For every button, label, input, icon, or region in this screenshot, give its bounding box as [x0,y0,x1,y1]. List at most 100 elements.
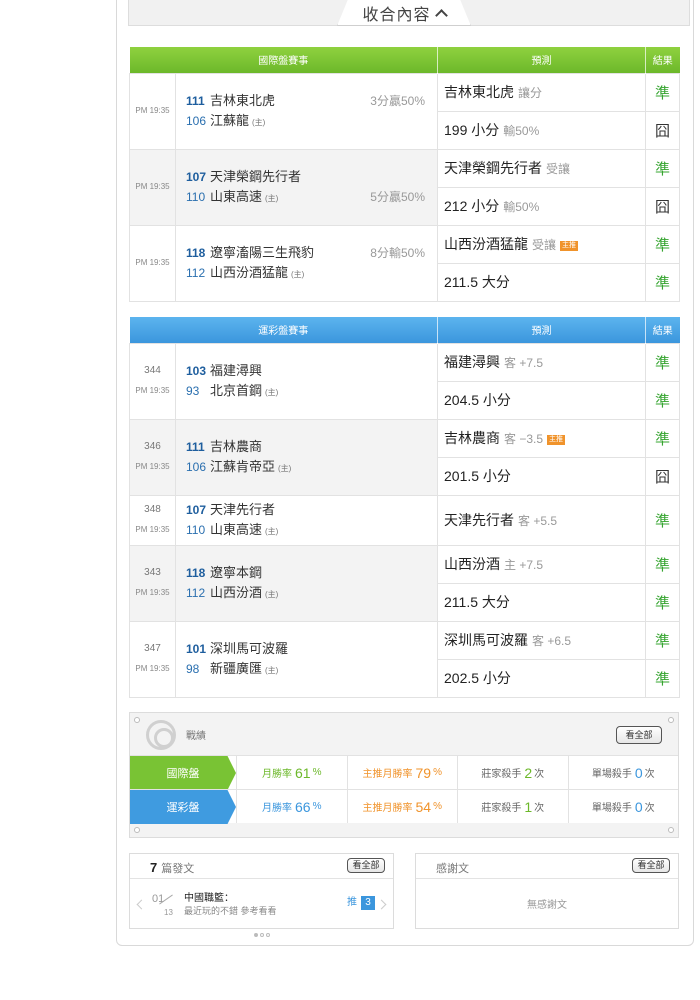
game-teams: 118 遼寧滀陽三生飛豹 8分輸50% 112 山西汾酒猛龍 (主) [175,224,438,302]
prediction-detail: 輸50% [503,124,540,138]
away-team-name: 福建潯興 [210,363,263,378]
prediction-main: 天津榮鋼先行者 [444,160,542,176]
home-marker: (主) [265,194,279,203]
record-row-label: 國際盤 [130,756,236,790]
away-team-name: 天津先行者 [210,502,276,517]
prediction-main: 204.5 小分 [444,392,511,408]
prediction-main: 天津先行者 [444,512,514,528]
target-icon [146,720,176,750]
prediction-result: 準 [645,262,680,302]
away-team: 111 吉林東北虎 3分贏50% [186,91,437,111]
game-time-text: PM 19:35 [135,182,170,191]
home-team-name: 江蘇龍 [210,113,250,128]
prediction-main: 212 小分 [444,198,500,214]
corner-dot [134,827,140,833]
prediction-result: 準 [645,494,680,546]
home-team-number: 110 [186,190,206,204]
monthly-win-rate: 月勝率 66% [236,790,347,823]
game-time: 343 PM 19:35 [129,544,176,622]
away-team: 101 深圳馬可波羅 [186,639,437,659]
collapse-toggle[interactable]: 收合內容 [337,0,471,26]
prediction: 211.5 大分 [437,262,646,302]
lottery-predict-header: 預測 [437,317,646,343]
game-row: 346 PM 19:35 111 吉林農商 106 江蘇肯帝亞 (主) 吉林農商客 −3.5 主… [129,418,680,496]
prediction-main: 201.5 小分 [444,468,511,484]
home-team-name: 江蘇肯帝亞 [210,459,276,474]
home-team: 93 北京首鋼 (主) [186,381,437,401]
pager-dots[interactable] [254,924,272,942]
intl-games-header: 國際盤賽事 [129,47,438,73]
prediction: 202.5 小分 [437,658,646,698]
prediction-result: 囧 [645,186,680,226]
game-row: PM 19:35 107 天津榮鋼先行者 110 山東高速 (主) 5分贏50% 天津榮鋼先行… [129,148,680,226]
home-team: 110 山東高速 (主) [186,520,437,540]
away-team: 107 天津榮鋼先行者 [186,167,437,187]
game-time: 344 PM 19:35 [129,342,176,420]
record-row: 國際盤 月勝率 61% 主推月勝率 79% 莊家殺手 2 次單場殺手 0 次 [130,755,678,790]
prediction-result: 準 [645,342,680,382]
home-marker: (主) [265,590,279,599]
game-time: 346 PM 19:35 [129,418,176,496]
intl-games-table: 國際盤賽事 預測 結果 PM 19:35 111 吉林東北虎 3分贏50% 106 江蘇龍… [129,47,680,302]
away-team-number: 111 [186,440,205,454]
home-team-number: 93 [186,384,200,398]
away-team: 103 福建潯興 [186,361,437,381]
prediction-result: 準 [645,582,680,622]
lottery-games-header: 運彩盤賽事 [129,317,438,343]
away-team-name: 吉林東北虎 [210,93,276,108]
game-row: PM 19:35 118 遼寧滀陽三生飛豹 8分輸50% 112 山西汾酒猛龍 (主) 山西汾… [129,224,680,302]
prediction: 福建潯興客 +7.5 [437,342,646,382]
prediction-main: 吉林農商 [444,430,500,446]
game-row: 348 PM 19:35 107 天津先行者 110 山東高速 (主) 天津先行者客 +5.5… [129,494,680,546]
post-excerpt: 最近玩的不錯 參考看看 [184,906,277,916]
prediction-detail: 讓分 [518,86,543,100]
prediction: 201.5 小分 [437,456,646,496]
home-team-name: 北京首鋼 [210,383,263,398]
record-view-all-button[interactable]: 看全部 [616,726,662,744]
posts-view-all-button[interactable]: 看全部 [347,858,385,873]
home-marker: (主) [278,464,292,473]
game-code: 348 [144,504,161,515]
prediction-result: 準 [645,72,680,112]
away-team: 118 遼寧本鋼 [186,563,437,583]
away-team-name: 天津榮鋼先行者 [210,169,302,184]
game-row: 343 PM 19:35 118 遼寧本鋼 112 山西汾酒 (主) 山西汾酒主 +7.5 準 [129,544,680,622]
prediction-detail: 受讓 [532,238,557,252]
home-marker: (主) [265,527,279,536]
game-code: 343 [144,567,161,578]
prediction-main: 山西汾酒 [444,556,500,572]
dealer-killer: 莊家殺手 2 次 [457,756,568,789]
home-marker: (主) [265,388,279,397]
away-team: 111 吉林農商 [186,437,437,457]
prediction: 212 小分 輸50% [437,186,646,226]
prediction-result: 準 [645,418,680,458]
game-row: 347 PM 19:35 101 深圳馬可波羅 98 新疆廣匯 (主) 深圳馬可波羅客 +6.… [129,620,680,698]
prediction: 211.5 大分 [437,582,646,622]
game-teams: 103 福建潯興 93 北京首鋼 (主) [175,342,438,420]
game-teams: 118 遼寧本鋼 112 山西汾酒 (主) [175,544,438,622]
push-badge: 推3 [347,893,375,910]
game-teams: 101 深圳馬可波羅 98 新疆廣匯 (主) [175,620,438,698]
game-teams: 107 天津榮鋼先行者 110 山東高速 (主) 5分贏50% [175,148,438,226]
home-team: 106 江蘇龍 (主) [186,111,437,131]
home-marker: (主) [265,666,279,675]
game-code: 347 [144,643,161,654]
game-time: 347 PM 19:35 [129,620,176,698]
record-row-label: 運彩盤 [130,790,236,824]
record-title: 戰績 [186,731,206,742]
home-team-name: 山西汾酒 [210,585,263,600]
posts-box: 7 篇發文 看全部 01 13 中國職籃： 最近玩的不錯 參考看看 推3 [129,853,394,937]
thanks-title: 感謝文 [436,863,469,875]
home-team-number: 106 [186,460,207,474]
prediction: 深圳馬可波羅客 +6.5 [437,620,646,660]
game-teams: 111 吉林東北虎 3分贏50% 106 江蘇龍 (主) [175,72,438,150]
game-row: PM 19:35 111 吉林東北虎 3分贏50% 106 江蘇龍 (主) 吉林東北虎 讓分準 [129,72,680,150]
away-team-number: 107 [186,170,207,184]
corner-dot [668,827,674,833]
game-code: 346 [144,441,161,452]
prediction-main: 吉林東北虎 [444,84,514,100]
thanks-view-all-button[interactable]: 看全部 [632,858,670,873]
home-team: 112 山西汾酒猛龍 (主) [186,263,437,283]
home-team-number: 98 [186,662,200,676]
post-item[interactable]: 01 13 中國職籃： 最近玩的不錯 參考看看 推3 [140,888,390,922]
